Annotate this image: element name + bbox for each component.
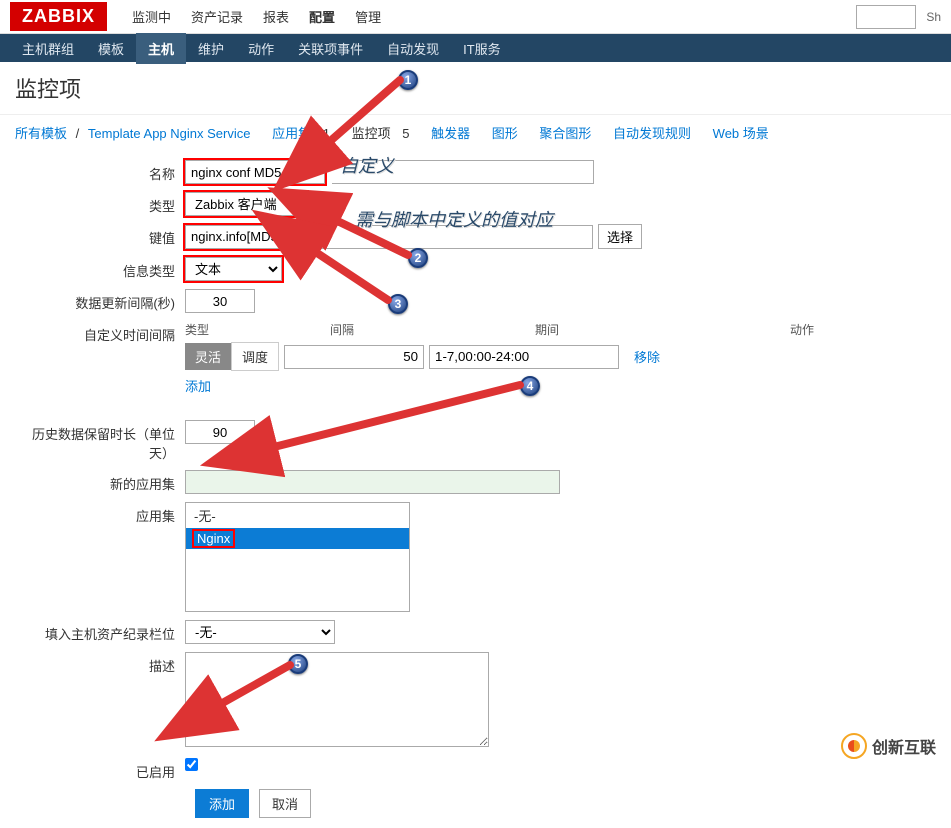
listbox-appset[interactable]: -无- Nginx xyxy=(185,502,410,612)
button-add[interactable]: 添加 xyxy=(195,789,249,818)
menu-inventory[interactable]: 资产记录 xyxy=(181,0,253,34)
nav-hosts[interactable]: 主机 xyxy=(136,33,186,64)
label-custom-interval: 自定义时间间隔 xyxy=(15,321,185,344)
input-custom-interval[interactable] xyxy=(284,345,424,369)
input-interval[interactable] xyxy=(185,289,255,313)
textarea-description[interactable] xyxy=(185,652,489,747)
bc-item-count: 5 xyxy=(402,126,409,141)
nav-correlation[interactable]: 关联项事件 xyxy=(286,33,375,64)
nav-maintenance[interactable]: 维护 xyxy=(186,33,236,64)
nav-hostgroups[interactable]: 主机群组 xyxy=(10,33,86,64)
bc-web[interactable]: Web 场景 xyxy=(713,126,769,141)
brand-icon xyxy=(841,733,867,759)
select-datatype[interactable]: 文本 xyxy=(185,257,282,281)
input-name-ext[interactable] xyxy=(332,160,594,184)
label-new-appset: 新的应用集 xyxy=(15,470,185,493)
col-period: 期间 xyxy=(535,321,730,338)
menu-monitoring[interactable]: 监测中 xyxy=(122,0,181,34)
nav-itservices[interactable]: IT服务 xyxy=(451,33,513,64)
breadcrumb: 所有模板 / Template App Nginx Service 应用集 1 … xyxy=(0,114,951,150)
nav-templates[interactable]: 模板 xyxy=(86,33,136,64)
select-type[interactable]: Zabbix 客户端 xyxy=(185,192,307,216)
app-item-nginx[interactable]: Nginx xyxy=(186,528,409,549)
tab-flexible[interactable]: 灵活 xyxy=(185,343,231,370)
label-desc: 描述 xyxy=(15,652,185,675)
input-name[interactable] xyxy=(185,160,325,184)
page-title: 监控项 xyxy=(0,62,951,114)
label-enabled: 已启用 xyxy=(15,758,185,781)
form-area: 名称 类型 Zabbix 客户端 键值 选择 信息类型 文本 数据更新间隔(秒)… xyxy=(0,150,951,828)
input-history[interactable] xyxy=(185,420,255,444)
share-icon[interactable]: Sh xyxy=(926,10,941,24)
header-top: ZABBIX 监测中 资产记录 报表 配置 管理 Sh xyxy=(0,0,951,34)
label-datatype: 信息类型 xyxy=(15,257,185,280)
menu-configuration[interactable]: 配置 xyxy=(299,0,345,34)
bc-appset[interactable]: 应用集 xyxy=(272,126,311,141)
nav-actions[interactable]: 动作 xyxy=(236,33,286,64)
input-key[interactable] xyxy=(185,225,300,249)
input-key-ext[interactable] xyxy=(300,225,593,249)
tab-scheduling[interactable]: 调度 xyxy=(231,342,279,371)
label-key: 键值 xyxy=(15,224,185,247)
col-interval: 间隔 xyxy=(330,321,475,338)
navbar: 主机群组 模板 主机 维护 动作 关联项事件 自动发现 IT服务 xyxy=(0,34,951,62)
bc-triggers[interactable]: 触发器 xyxy=(431,126,470,141)
label-name: 名称 xyxy=(15,160,185,183)
bc-template-name[interactable]: Template App Nginx Service xyxy=(88,126,251,141)
menu-administration[interactable]: 管理 xyxy=(345,0,391,34)
col-action: 动作 xyxy=(790,321,814,338)
label-appset: 应用集 xyxy=(15,502,185,525)
logo[interactable]: ZABBIX xyxy=(10,2,107,31)
top-menu: 监测中 资产记录 报表 配置 管理 xyxy=(122,0,391,34)
button-key-select[interactable]: 选择 xyxy=(598,224,642,249)
header-right: Sh xyxy=(856,5,941,29)
input-custom-period[interactable] xyxy=(429,345,619,369)
button-cancel[interactable]: 取消 xyxy=(259,789,311,818)
bc-discovery-rules[interactable]: 自动发现规则 xyxy=(613,126,691,141)
menu-reports[interactable]: 报表 xyxy=(253,0,299,34)
bc-item[interactable]: 监控项 xyxy=(352,126,391,141)
col-type: 类型 xyxy=(185,321,270,338)
select-inventory[interactable]: -无- xyxy=(185,620,335,644)
link-add-interval[interactable]: 添加 xyxy=(185,376,211,395)
bc-sep: / xyxy=(76,126,80,141)
app-item-none[interactable]: -无- xyxy=(186,503,409,528)
label-type: 类型 xyxy=(15,192,185,215)
search-input[interactable] xyxy=(856,5,916,29)
bc-screens[interactable]: 聚合图形 xyxy=(539,126,591,141)
link-remove-interval[interactable]: 移除 xyxy=(634,347,660,366)
checkbox-enabled[interactable] xyxy=(185,758,198,771)
label-interval: 数据更新间隔(秒) xyxy=(15,289,185,312)
bc-appset-count: 1 xyxy=(323,126,330,141)
brand-text: 创新互联 xyxy=(872,734,936,758)
bc-all-templates[interactable]: 所有模板 xyxy=(15,126,67,141)
label-history: 历史数据保留时长（单位天） xyxy=(15,420,185,462)
footer-brand: 创新互联 xyxy=(841,733,936,759)
bc-graphs[interactable]: 图形 xyxy=(492,126,518,141)
nav-discovery[interactable]: 自动发现 xyxy=(375,33,451,64)
label-inventory: 填入主机资产纪录栏位 xyxy=(15,620,185,643)
input-new-appset[interactable] xyxy=(185,470,560,494)
